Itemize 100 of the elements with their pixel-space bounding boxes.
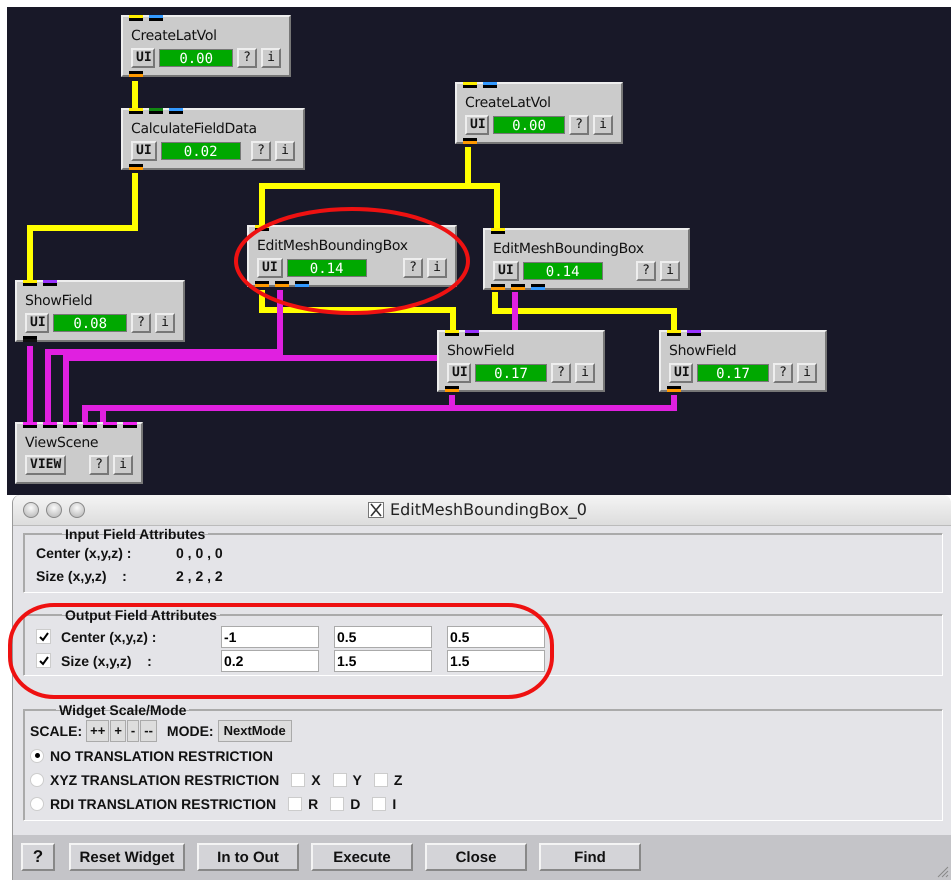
x11-icon — [368, 502, 384, 518]
ui-button[interactable]: UI — [131, 141, 157, 161]
scale-button[interactable]: -- — [140, 720, 157, 742]
checkbox[interactable] — [374, 772, 388, 787]
port-marker — [43, 280, 57, 286]
time-meter: 0.00 — [159, 49, 233, 67]
port-marker — [129, 71, 143, 77]
input-field[interactable]: 1.5 — [447, 650, 545, 672]
port-marker — [23, 336, 37, 342]
port-marker — [129, 164, 143, 170]
help-button[interactable]: ? — [636, 261, 656, 281]
minimize-button[interactable] — [46, 502, 62, 518]
scale-button[interactable]: - — [126, 720, 140, 742]
dialog-button[interactable]: Close — [425, 843, 527, 872]
radio-button[interactable] — [30, 796, 44, 811]
ui-button[interactable]: UI — [257, 258, 283, 278]
dialog-button[interactable]: In to Out — [197, 843, 299, 872]
attribute-value: 0 , 0 , 0 — [176, 545, 223, 562]
dialog-button[interactable]: Find — [539, 843, 641, 872]
ui-button[interactable]: UI — [131, 48, 156, 68]
info-button[interactable]: i — [261, 48, 281, 68]
module-node[interactable]: CreateLatVol UI 0.00 ? i — [121, 15, 291, 77]
port-marker — [149, 15, 163, 21]
checkbox[interactable] — [291, 772, 306, 787]
info-button[interactable]: i — [155, 313, 175, 333]
module-node[interactable]: ShowField UI 0.17 ? i — [659, 330, 827, 392]
module-node[interactable]: ShowField UI 0.17 ? i — [437, 330, 605, 392]
radio-button[interactable] — [30, 772, 44, 787]
input-field[interactable]: 1.5 — [334, 650, 432, 672]
dialog-button[interactable]: Execute — [311, 843, 413, 872]
port-marker — [445, 330, 459, 336]
help-button[interactable]: ? — [131, 313, 151, 333]
scale-button[interactable]: ++ — [86, 720, 110, 742]
info-button[interactable]: i — [797, 363, 817, 383]
info-button[interactable]: i — [575, 363, 595, 383]
port-marker — [123, 422, 137, 428]
checkbox[interactable] — [332, 772, 347, 787]
module-node[interactable]: CreateLatVol UI 0.00 ? i — [455, 82, 623, 144]
help-button[interactable]: ? — [89, 455, 109, 475]
ui-button[interactable]: UI — [493, 261, 519, 281]
help-button[interactable]: ? — [237, 48, 257, 68]
module-node[interactable]: EditMeshBoundingBox UI 0.14 ? i — [247, 225, 457, 287]
attribute-label: Size (x,y,z) : — [61, 652, 153, 669]
time-meter: 0.14 — [522, 262, 603, 280]
help-button[interactable]: ? — [773, 363, 793, 383]
help-button[interactable]: ? — [551, 363, 571, 383]
help-button[interactable]: ? — [569, 115, 589, 135]
help-button[interactable]: ? — [21, 843, 55, 872]
scale-button[interactable]: + — [110, 720, 126, 742]
port-marker — [491, 284, 505, 290]
ui-button[interactable]: UI — [465, 115, 490, 135]
checkbox[interactable] — [288, 796, 302, 811]
ui-button[interactable]: UI — [25, 313, 50, 333]
info-button[interactable]: i — [593, 115, 613, 135]
checkbox[interactable] — [36, 653, 51, 668]
checkbox[interactable] — [372, 796, 386, 811]
port-marker — [103, 422, 117, 428]
module-node[interactable]: ShowField UI 0.08 ? i — [15, 280, 185, 342]
port-marker — [255, 281, 269, 287]
port-marker — [23, 280, 37, 286]
port-marker — [129, 15, 143, 21]
close-button[interactable] — [23, 502, 39, 518]
input-field[interactable]: 0.5 — [447, 626, 545, 648]
info-button[interactable]: i — [427, 258, 447, 278]
module-title: CalculateFieldData — [131, 120, 258, 138]
info-button[interactable]: i — [113, 455, 133, 475]
module-title: ShowField — [25, 292, 94, 310]
zoom-button[interactable] — [69, 502, 85, 518]
attribute-label: Center (x,y,z) : — [61, 628, 158, 645]
next-mode-button[interactable]: NextMode — [218, 720, 292, 742]
group-title: Input Field Attributes — [64, 526, 206, 542]
module-node[interactable]: CalculateFieldData UI 0.02 ? i — [121, 108, 305, 170]
ui-button[interactable]: UI — [447, 363, 472, 383]
dialog-button[interactable]: Reset Widget — [69, 843, 185, 872]
help-button[interactable]: ? — [251, 141, 271, 161]
port-marker — [275, 281, 289, 287]
checkbox[interactable] — [36, 629, 51, 644]
axis-label: X — [311, 772, 321, 788]
input-field[interactable]: -1 — [221, 626, 319, 648]
module-node[interactable]: ViewScene VIEW ? i — [15, 422, 143, 484]
port-marker — [667, 386, 681, 392]
module-node[interactable]: EditMeshBoundingBox UI 0.14 ? i — [483, 228, 690, 290]
port-marker — [483, 82, 497, 88]
ui-button[interactable]: VIEW — [25, 455, 66, 475]
input-field[interactable]: 0.2 — [221, 650, 319, 672]
info-button[interactable]: i — [660, 261, 680, 281]
radio-button[interactable] — [30, 748, 44, 763]
port-marker — [149, 108, 163, 114]
port-marker — [129, 108, 143, 114]
port-marker — [463, 82, 477, 88]
port-marker — [667, 330, 681, 336]
restriction-label: RDI TRANSLATION RESTRICTION — [50, 796, 276, 812]
resize-grip-icon — [935, 864, 949, 878]
ui-button[interactable]: UI — [669, 363, 694, 383]
checkbox[interactable] — [330, 796, 344, 811]
port-marker — [531, 284, 545, 290]
attribute-label: Center (x,y,z) : — [36, 545, 132, 562]
help-button[interactable]: ? — [403, 258, 423, 278]
input-field[interactable]: 0.5 — [334, 626, 432, 648]
info-button[interactable]: i — [275, 141, 295, 161]
